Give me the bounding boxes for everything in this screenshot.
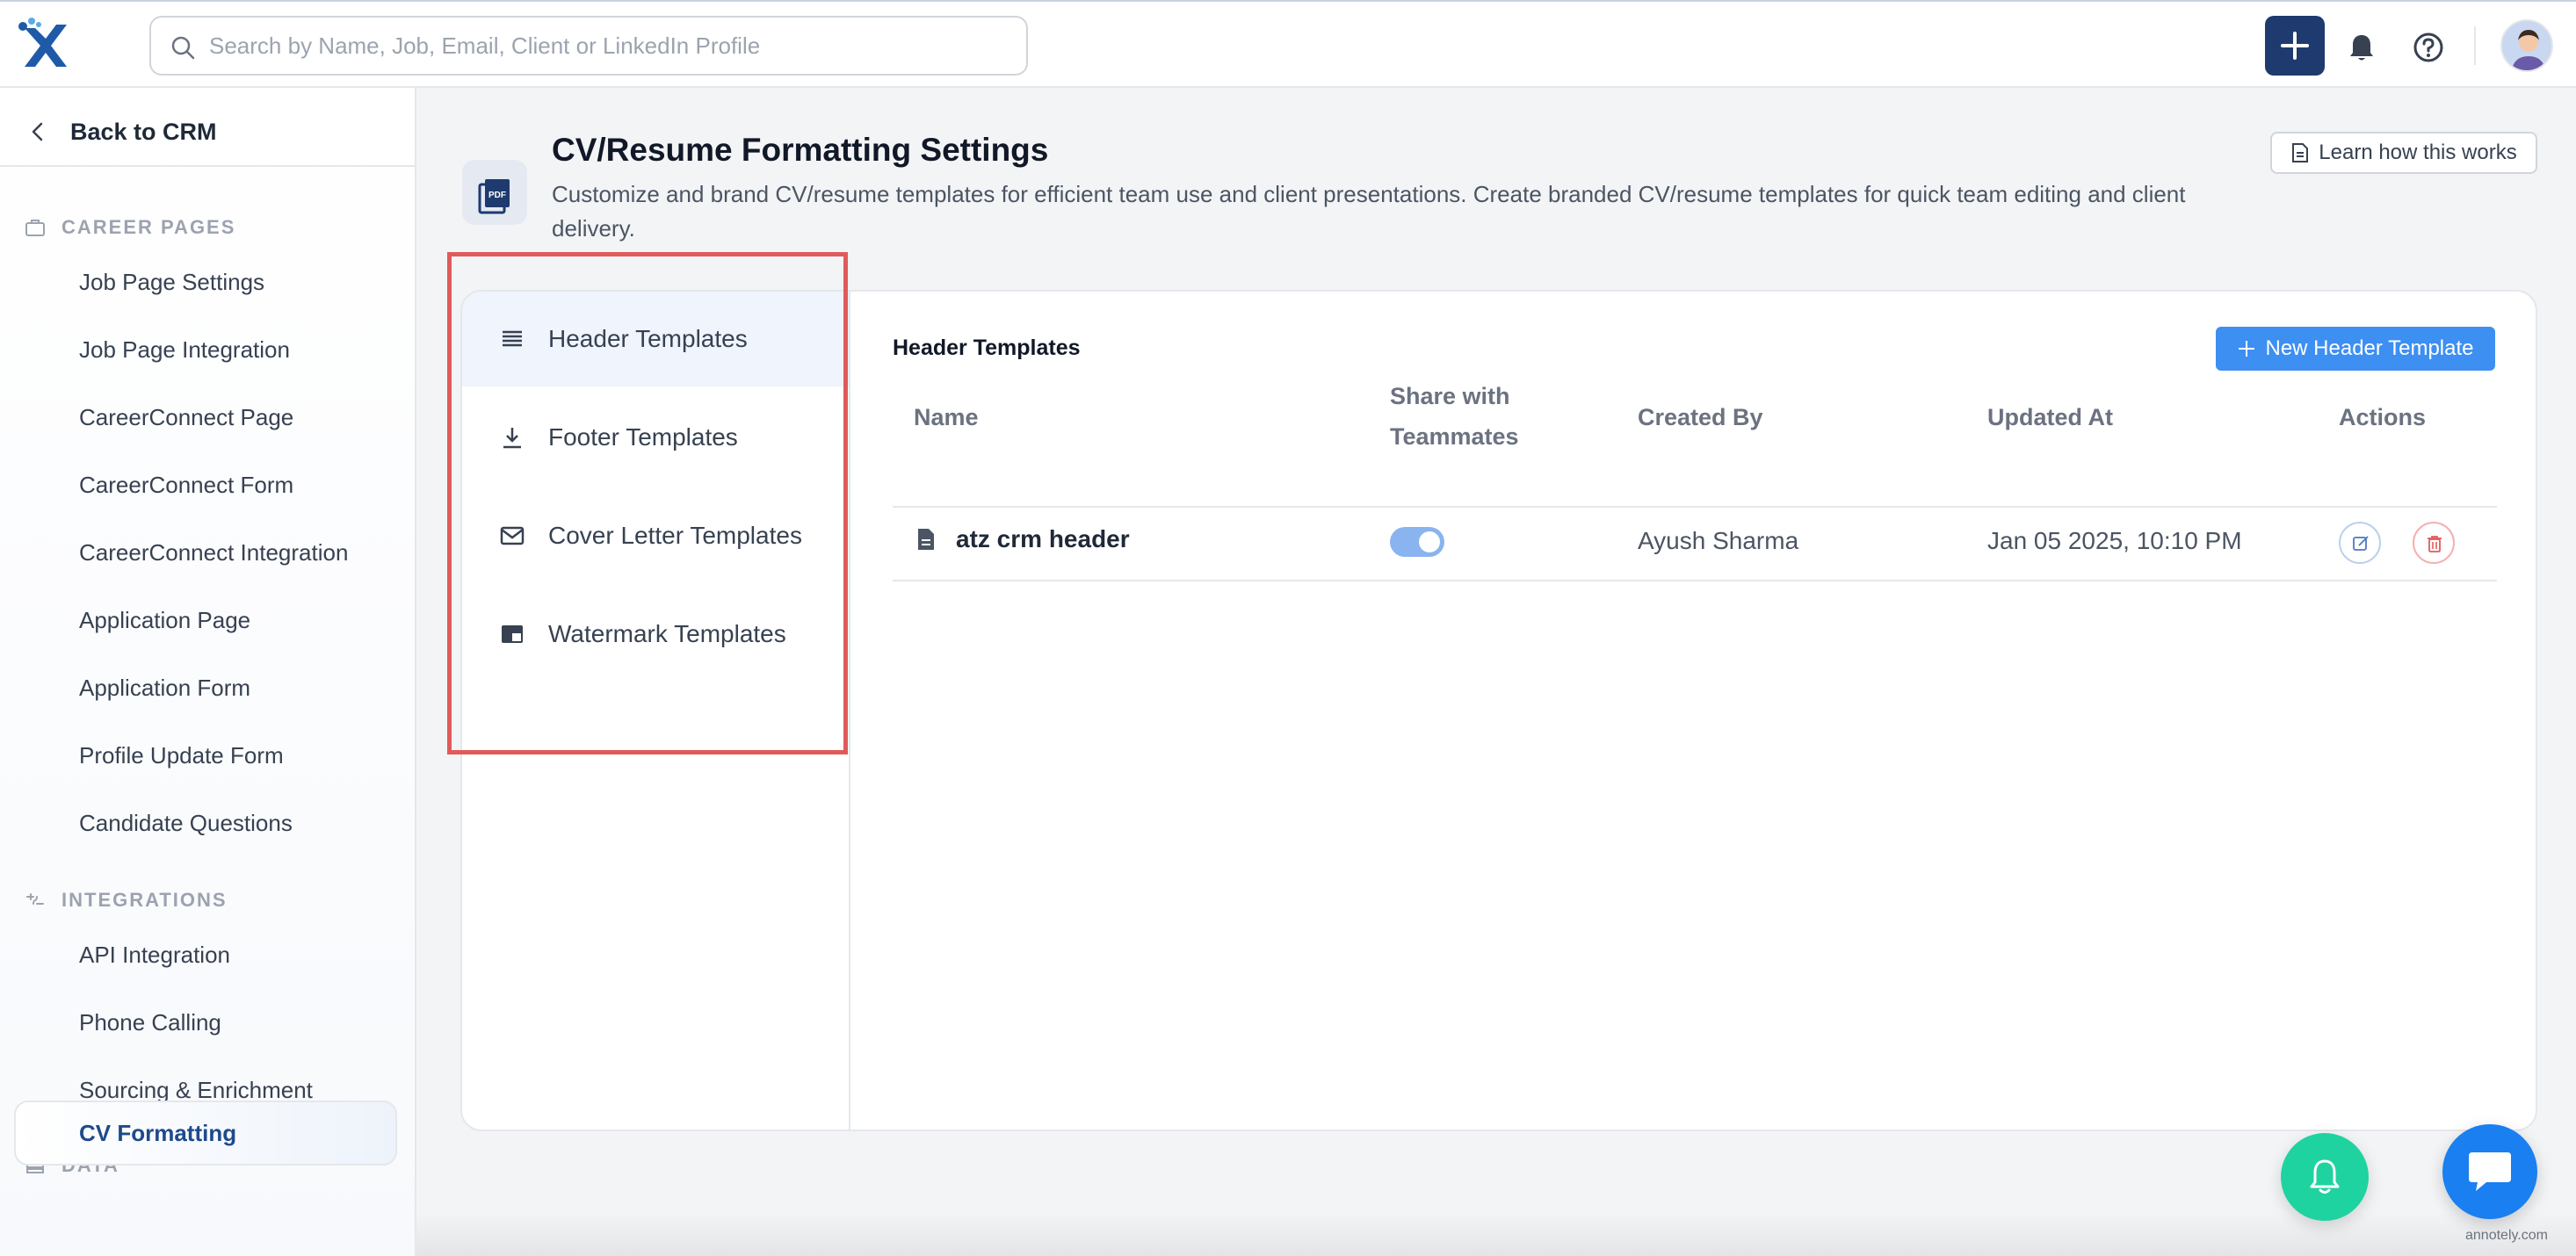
chevron-left-icon xyxy=(32,122,43,141)
table-row-name[interactable]: atz crm header xyxy=(915,525,1130,553)
help-button[interactable] xyxy=(2411,30,2446,65)
column-header-updated-at: Updated At xyxy=(1987,404,2113,430)
file-icon xyxy=(918,529,934,550)
sidebar-item-job-page-integration[interactable]: Job Page Integration xyxy=(79,336,290,364)
back-label: Back to CRM xyxy=(70,118,217,145)
back-to-crm-link[interactable]: Back to CRM xyxy=(26,112,217,151)
add-button[interactable] xyxy=(2265,16,2325,76)
notifications-button[interactable] xyxy=(2344,30,2379,65)
topbar-divider xyxy=(2474,26,2476,65)
plus-icon xyxy=(2281,32,2309,60)
sidebar-item-candidate-questions[interactable]: Candidate Questions xyxy=(79,810,293,837)
sidebar-item-cv-formatting[interactable]: CV Formatting xyxy=(14,1101,397,1166)
edit-button[interactable] xyxy=(2339,522,2381,564)
column-header-actions: Actions xyxy=(2339,404,2427,430)
section-title-integrations: INTEGRATIONS xyxy=(25,889,228,912)
table-row-divider xyxy=(893,580,2497,581)
pdf-icon-label: PDF xyxy=(488,191,506,200)
sidebar-item-label: CV Formatting xyxy=(79,1120,237,1146)
annotely-credit: annotely.com xyxy=(2465,1228,2548,1243)
bottom-shadow xyxy=(416,1212,2576,1256)
sidebar-item-job-page-settings[interactable]: Job Page Settings xyxy=(79,269,264,296)
page-subtitle: Customize and brand CV/resume templates … xyxy=(552,181,2186,242)
integrations-icon xyxy=(26,893,44,905)
sidebar-item-careerconnect-form[interactable]: CareerConnect Form xyxy=(79,472,293,499)
briefcase-icon xyxy=(25,220,45,236)
sidebar-item-api-integration[interactable]: API Integration xyxy=(79,942,230,969)
column-header-share: Share with Teammates xyxy=(1390,383,1519,450)
annotation-highlight-box xyxy=(447,252,848,754)
search-icon xyxy=(171,36,195,60)
document-icon xyxy=(2292,143,2309,162)
learn-how-label: Learn how this works xyxy=(2319,141,2517,164)
panel-title: Header Templates xyxy=(893,336,1081,360)
section-label: CAREER PAGES xyxy=(62,216,236,238)
share-toggle[interactable] xyxy=(1390,527,1444,557)
sidebar-divider xyxy=(0,165,416,167)
sidebar-item-careerconnect-integration[interactable]: CareerConnect Integration xyxy=(79,539,348,567)
learn-how-button[interactable]: Learn how this works xyxy=(2270,132,2537,174)
edit-icon xyxy=(2353,536,2369,551)
section-label: INTEGRATIONS xyxy=(62,889,228,911)
toggle-knob xyxy=(1419,531,1440,552)
top-bar xyxy=(0,0,2576,88)
chat-widget-button[interactable] xyxy=(2442,1124,2537,1219)
bell-icon xyxy=(2310,1159,2340,1194)
template-name: atz crm header xyxy=(956,525,1130,552)
global-search[interactable] xyxy=(149,16,1028,76)
help-icon xyxy=(2413,32,2443,62)
chat-icon xyxy=(2469,1152,2511,1191)
column-header-created-by: Created By xyxy=(1638,404,1763,430)
sidebar-item-phone-calling[interactable]: Phone Calling xyxy=(79,1009,221,1036)
sidebar-item-careerconnect-page[interactable]: CareerConnect Page xyxy=(79,404,293,431)
new-button-label: New Header Template xyxy=(2265,336,2474,360)
page-title: CV/Resume Formatting Settings xyxy=(552,132,1049,168)
search-input[interactable] xyxy=(209,25,1000,67)
bell-icon xyxy=(2350,35,2373,61)
sidebar-item-profile-update-form[interactable]: Profile Update Form xyxy=(79,742,284,769)
settings-sidebar: Back to CRM CAREER PAGES Job Page Settin… xyxy=(0,88,416,1256)
sidebar-item-application-form[interactable]: Application Form xyxy=(79,675,250,702)
floating-notification-button[interactable] xyxy=(2281,1133,2369,1221)
sidebar-item-application-page[interactable]: Application Page xyxy=(79,607,250,634)
trash-icon xyxy=(2428,536,2442,552)
delete-button[interactable] xyxy=(2413,522,2455,564)
pdf-icon: PDF xyxy=(462,160,527,225)
updated-at-cell: Jan 05 2025, 10:10 PM xyxy=(1987,527,2242,554)
created-by-cell: Ayush Sharma xyxy=(1638,527,1799,554)
avatar[interactable] xyxy=(2500,19,2553,72)
column-header-name: Name xyxy=(914,404,979,430)
table-header-divider xyxy=(893,506,2497,508)
app-logo[interactable] xyxy=(12,14,76,77)
section-title-career-pages: CAREER PAGES xyxy=(25,216,235,239)
plus-icon xyxy=(2239,341,2255,357)
new-header-template-button[interactable]: New Header Template xyxy=(2216,327,2495,371)
